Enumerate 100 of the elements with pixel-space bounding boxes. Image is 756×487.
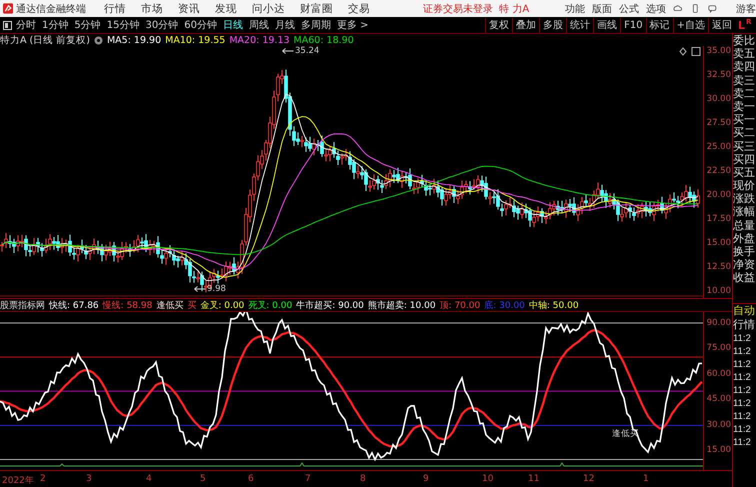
quote-field-label: 买四 bbox=[733, 152, 756, 166]
tool-button[interactable]: 画线 bbox=[593, 18, 620, 32]
axis-label: 12.50 bbox=[706, 262, 731, 272]
menu-item[interactable]: 资讯 bbox=[178, 2, 200, 16]
axis-label: 15.00 bbox=[706, 444, 731, 455]
quote-field-label: 总量 bbox=[733, 218, 756, 232]
menu-item[interactable]: 市场 bbox=[141, 2, 164, 16]
tool-button[interactable]: +自选 bbox=[672, 18, 708, 32]
indicator-legend: 快线: 67.86 bbox=[49, 298, 99, 312]
stock-name: 特 力A bbox=[499, 2, 530, 16]
menu-item[interactable]: 交易 bbox=[348, 2, 370, 16]
app-title: 通达信金融终端 bbox=[16, 2, 86, 16]
axis-label: 15.00 bbox=[706, 238, 731, 248]
high-price-label: 35.24 bbox=[295, 46, 320, 56]
quote-field-label: 外盘 bbox=[733, 232, 756, 245]
menu-item[interactable]: 行情 bbox=[104, 2, 126, 16]
date-label: 4 bbox=[146, 474, 152, 484]
date-label: 11 bbox=[528, 474, 540, 484]
menu-item[interactable]: 公式 bbox=[619, 2, 640, 16]
quote-field-label: 卖二 bbox=[733, 86, 756, 100]
tool-button[interactable]: 叠加 bbox=[512, 18, 540, 32]
trade-time: 11:2 bbox=[733, 410, 752, 423]
trade-time: 11:2 bbox=[733, 384, 752, 397]
period-tab[interactable]: 60分钟 bbox=[184, 18, 217, 32]
quote-field-label: 收益 bbox=[733, 271, 756, 285]
chart-title: 特力A (日线 前复权) bbox=[0, 34, 90, 46]
axis-label: 32.50 bbox=[706, 70, 731, 80]
trade-time: 11:2 bbox=[733, 332, 752, 345]
indicator-legend: 中轴: 50.00 bbox=[528, 298, 579, 312]
ma-legend: MA10: 19.55 bbox=[165, 34, 226, 46]
axis-label: 10.00 bbox=[706, 286, 731, 296]
quote-field-label: 委比 bbox=[733, 34, 756, 48]
mode-label[interactable]: 自动 bbox=[733, 302, 756, 318]
quote-tab[interactable]: 行情 bbox=[733, 318, 756, 332]
indicator-legend: 熊市超卖: 10.00 bbox=[368, 298, 436, 312]
period-tab[interactable]: 多周期 bbox=[300, 18, 331, 32]
period-tab[interactable]: 5分钟 bbox=[74, 18, 101, 32]
period-tab[interactable]: 日线 bbox=[222, 18, 243, 32]
menu-item[interactable]: 选项 bbox=[646, 2, 666, 16]
date-label: 7 bbox=[305, 474, 311, 484]
indicator-name: 股票指标网 bbox=[0, 300, 45, 312]
axis-label: 22.50 bbox=[706, 166, 731, 176]
axis-label: 30.00 bbox=[706, 420, 731, 430]
indicator-legend: 牛市超买: 90.00 bbox=[296, 298, 364, 312]
axis-label: 75.00 bbox=[706, 343, 731, 354]
period-tab[interactable]: 更多 > bbox=[336, 18, 369, 32]
quote-field-label: 涨跌 bbox=[733, 192, 756, 206]
login-status: 证券交易未登录 bbox=[423, 2, 494, 16]
axis-label: 35.00 bbox=[706, 46, 731, 56]
period-tab[interactable]: 1分钟 bbox=[42, 18, 68, 32]
trade-time: 11:2 bbox=[733, 358, 752, 371]
quote-field-label: 卖四 bbox=[733, 60, 756, 74]
date-label: 2 bbox=[40, 474, 46, 484]
period-tab[interactable]: 周线 bbox=[248, 18, 269, 32]
menu-item[interactable]: 问小达 bbox=[252, 2, 286, 16]
date-label: 10 bbox=[482, 474, 494, 484]
tool-button[interactable]: F10 bbox=[620, 18, 646, 32]
date-label: 8 bbox=[360, 474, 366, 484]
axis-label: 17.50 bbox=[706, 214, 731, 224]
indicator-legend: 慢线: 58.98 bbox=[102, 298, 152, 312]
period-tab[interactable]: 分时 bbox=[16, 18, 36, 32]
axis-label: 60.00 bbox=[706, 368, 731, 379]
ma-legend: MA5: 19.90 bbox=[106, 34, 162, 46]
indicator-legend: 底: 30.00 bbox=[484, 298, 525, 312]
quote-field-label: 涨幅 bbox=[733, 205, 756, 219]
trade-time: 11:2 bbox=[733, 344, 752, 358]
indicator-legend: 金叉: 0.00 bbox=[200, 298, 244, 312]
tool-button[interactable]: 返回 bbox=[708, 18, 735, 32]
menu-item[interactable]: 功能 bbox=[565, 2, 586, 16]
quote-field-label: 买一 bbox=[733, 113, 756, 126]
date-label: 9 bbox=[423, 474, 429, 484]
tool-button[interactable]: 复权 bbox=[485, 18, 512, 32]
trade-time: 11:2 bbox=[733, 422, 752, 436]
quote-field-label: 现价 bbox=[733, 179, 756, 192]
period-tab[interactable]: 15分钟 bbox=[106, 18, 140, 32]
date-label: 1 bbox=[643, 474, 649, 484]
indicator-legend: 顶: 70.00 bbox=[440, 298, 480, 312]
quote-field-label: 买三 bbox=[733, 140, 756, 153]
axis-label: 27.50 bbox=[706, 118, 731, 128]
period-tab[interactable]: 月线 bbox=[274, 18, 295, 32]
menu-item[interactable]: 版面 bbox=[592, 2, 612, 16]
indicator-legend: 死叉: 0.00 bbox=[248, 298, 292, 312]
user-label[interactable]: 游客 bbox=[736, 2, 756, 16]
tool-button[interactable]: 统计 bbox=[566, 18, 594, 32]
menu-item[interactable]: 发现 bbox=[215, 2, 238, 16]
tool-button[interactable]: 多股 bbox=[539, 18, 566, 32]
trade-time: 11:2 bbox=[733, 436, 752, 449]
axis-label: 30.00 bbox=[706, 94, 731, 104]
menu-item[interactable]: 财富圈 bbox=[300, 2, 334, 16]
low-price-label: 9.98 bbox=[207, 284, 226, 294]
ma-legend: MA60: 18.90 bbox=[294, 34, 354, 46]
tool-button[interactable]: 标记 bbox=[646, 18, 673, 32]
date-label: 6 bbox=[248, 474, 254, 484]
quote-field-label: 换手 bbox=[733, 245, 756, 258]
quote-field-label: 净资 bbox=[733, 258, 756, 272]
quote-field-label: 买五 bbox=[733, 166, 756, 180]
trade-time: 11:2 bbox=[733, 370, 752, 384]
indicator-legend: 逢低买 bbox=[156, 298, 184, 312]
axis-label: 45.00 bbox=[706, 394, 731, 404]
period-tab[interactable]: 30分钟 bbox=[145, 18, 178, 32]
